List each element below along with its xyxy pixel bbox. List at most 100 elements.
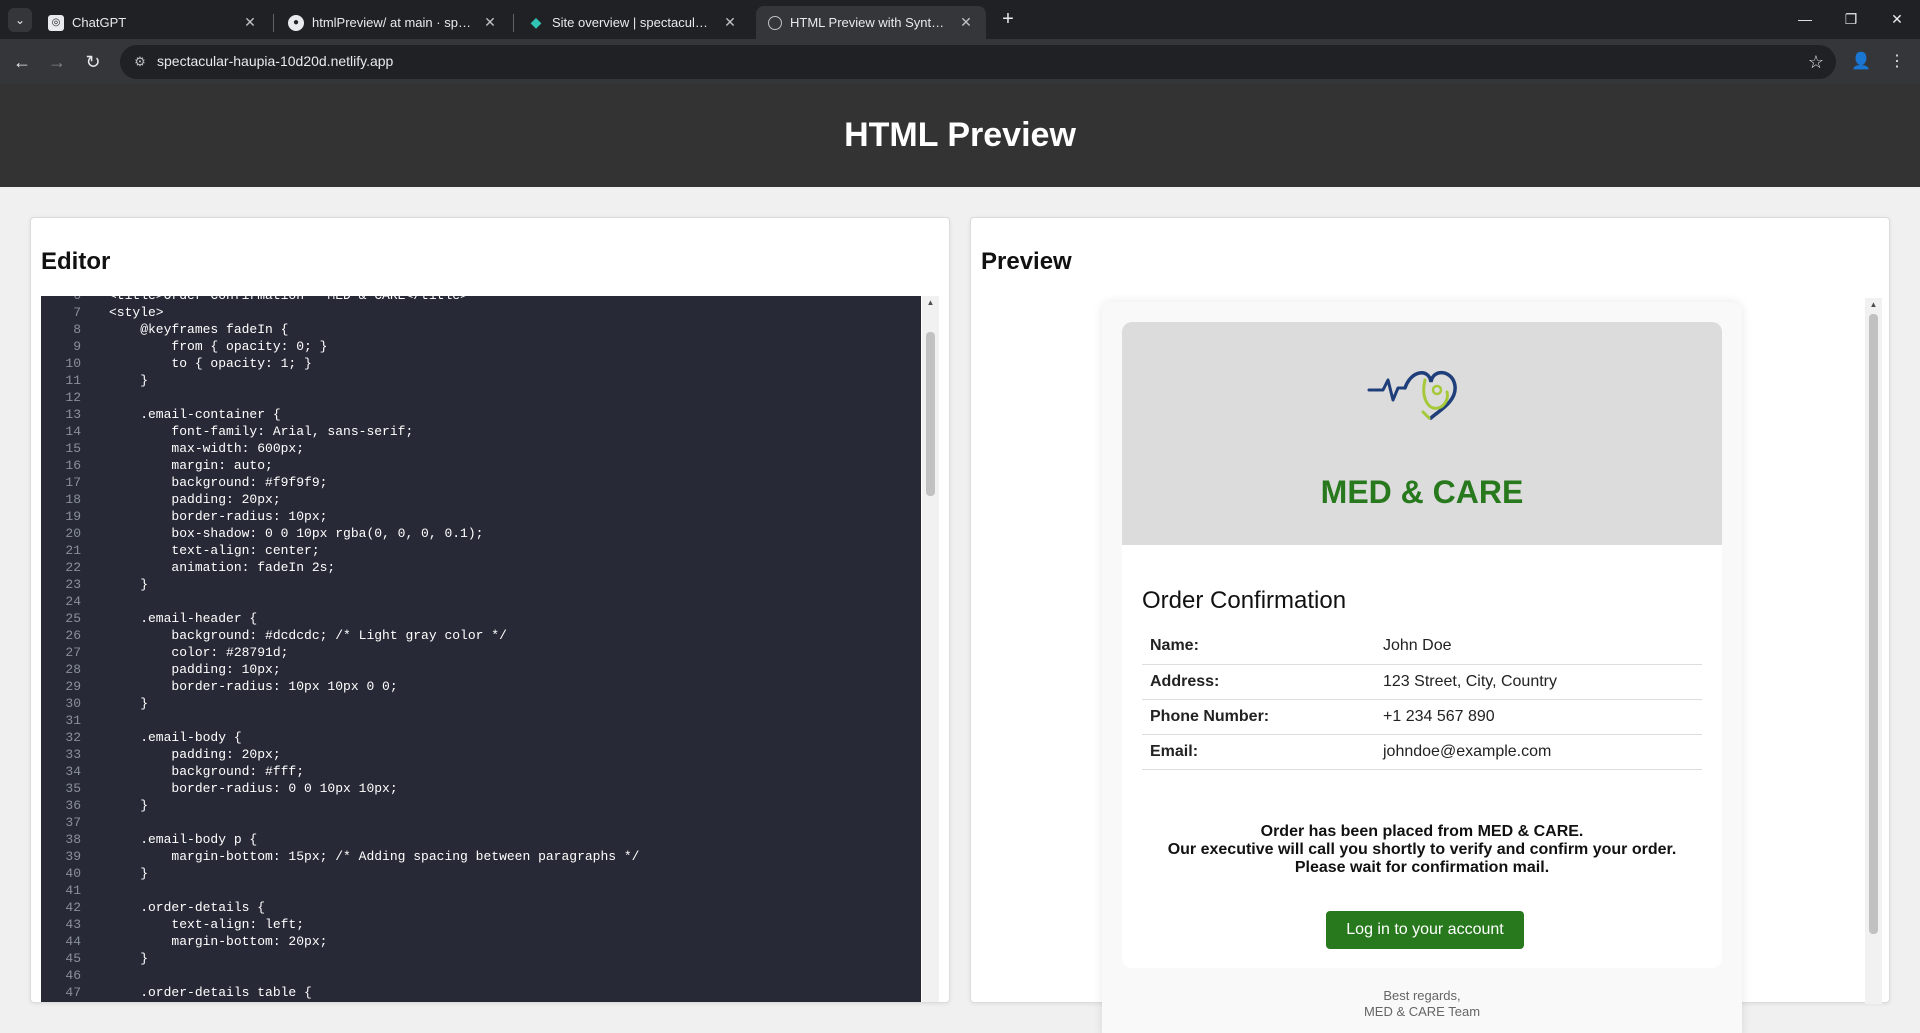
line-number: 19 [65,509,81,524]
line-number: 30 [65,696,81,711]
code-text: <style> [109,305,164,320]
tab-label: htmlPreview/ at main · spacewi [312,15,474,30]
code-line: 32 .email-body { [41,729,921,746]
code-line: 18 padding: 20px; [41,491,921,508]
login-button[interactable]: Log in to your account [1326,911,1524,949]
code-line: 38 .email-body p { [41,831,921,848]
close-tab-icon[interactable]: ✕ [482,14,498,31]
new-tab-plus-icon[interactable]: + [996,8,1020,32]
browser-tab-github[interactable]: ● htmlPreview/ at main · spacewi ✕ [276,6,510,39]
line-number: 46 [65,968,81,983]
line-number: 28 [65,662,81,677]
close-window-icon[interactable]: ✕ [1874,0,1920,39]
detail-value: 123 Street, City, Country [1375,664,1702,700]
url-text[interactable]: spectacular-haupia-10d20d.netlify.app [157,53,393,69]
line-number: 21 [65,543,81,558]
line-number: 9 [73,339,81,354]
line-number: 23 [65,577,81,592]
code-text: background: #dcdcdc; /* Light gray color… [109,628,507,643]
globe-icon [768,15,782,30]
bookmark-star-icon[interactable]: ☆ [1808,52,1824,72]
close-tab-icon[interactable]: ✕ [722,14,738,31]
close-tab-icon[interactable]: ✕ [958,14,974,31]
code-line: 45 } [41,950,921,967]
preview-scrollbar[interactable]: ▲ [1865,298,1882,1004]
code-editor[interactable]: 6<title>Order Confirmation - MED & CARE<… [41,296,921,1002]
detail-value: +1 234 567 890 [1375,699,1702,735]
line-number: 10 [65,356,81,371]
editor-scrollbar[interactable]: ▲ [922,296,939,1002]
restore-window-icon[interactable]: ❐ [1828,0,1874,39]
forward-arrow-icon[interactable]: → [42,47,72,77]
code-line: 44 margin-bottom: 20px; [41,933,921,950]
code-text: padding: 20px; [109,747,281,762]
code-line: 43 text-align: left; [41,916,921,933]
code-text: .email-body p { [109,832,258,847]
editor-heading: Editor [41,248,111,275]
code-line: 34 background: #fff; [41,763,921,780]
tab-divider [273,14,274,32]
code-line: 11 } [41,372,921,389]
line-number: 26 [65,628,81,643]
reload-icon[interactable]: ↻ [78,47,108,77]
code-text: font-family: Arial, sans-serif; [109,424,414,439]
tab-search-chevron-icon[interactable]: ⌄ [8,8,32,32]
code-line: 23 } [41,576,921,593]
order-details-table: Name: John Doe Address: 123 Street, City… [1142,629,1702,770]
scrollbar-thumb[interactable] [1869,314,1878,934]
message-line: Order has been placed from MED & CARE. [1260,823,1584,840]
line-number: 24 [65,594,81,609]
code-text: text-align: center; [109,543,320,558]
code-line: 36 } [41,797,921,814]
detail-value: johndoe@example.com [1375,734,1702,770]
chatgpt-icon: ◎ [48,14,64,31]
email-body: Order Confirmation Name: John Doe Addres… [1122,545,1722,968]
browser-toolbar: ← → ↻ ⚙ spectacular-haupia-10d20d.netlif… [0,39,1920,84]
site-info-icon[interactable]: ⚙ [132,54,148,70]
line-number: 6 [41,296,81,304]
browser-menu-icon[interactable]: ⋮ [1882,47,1912,77]
back-arrow-icon[interactable]: ← [7,47,37,77]
tab-label: Site overview | spectacular-hau [552,15,714,30]
line-number: 12 [65,390,81,405]
code-text: .order-details { [109,900,266,915]
line-number: 35 [65,781,81,796]
profile-icon[interactable]: 👤 [1846,47,1876,77]
minimize-window-icon[interactable]: — [1782,0,1828,39]
browser-tab-netlify[interactable]: ◆ Site overview | spectacular-hau ✕ [516,6,750,39]
email-footer: Best regards, MED & CARE Team [1122,988,1722,1020]
code-line: 21 text-align: center; [41,542,921,559]
line-number: 15 [65,441,81,456]
address-bar[interactable]: ⚙ spectacular-haupia-10d20d.netlify.app … [120,45,1836,79]
code-text: } [109,798,149,813]
code-line: 30 } [41,695,921,712]
code-text: border-radius: 10px; [109,509,328,524]
close-tab-icon[interactable]: ✕ [242,14,258,31]
code-text: background: #f9f9f9; [109,475,328,490]
code-line: 31 [41,712,921,729]
code-line: 29 border-radius: 10px 10px 0 0; [41,678,921,695]
line-number: 16 [65,458,81,473]
code-text: <title>Order Confirmation - MED & CARE</… [81,296,468,304]
line-number: 22 [65,560,81,575]
code-text: margin: auto; [109,458,273,473]
code-line: 16 margin: auto; [41,457,921,474]
code-line: 19 border-radius: 10px; [41,508,921,525]
tab-label: HTML Preview with Syntax High [790,15,950,30]
browser-tab-html-preview[interactable]: HTML Preview with Syntax High ✕ [756,6,986,39]
browser-tab-chatgpt[interactable]: ◎ ChatGPT ✕ [36,6,270,39]
code-line: 47 .order-details table { [41,984,921,1001]
line-number: 29 [65,679,81,694]
line-number: 36 [65,798,81,813]
scrollbar-thumb[interactable] [926,332,935,496]
code-line: 7 <style> [41,304,921,321]
line-number: 42 [65,900,81,915]
detail-label: Address: [1142,664,1375,700]
code-line: 22 animation: fadeIn 2s; [41,559,921,576]
scroll-up-arrow-icon[interactable]: ▲ [1865,298,1882,312]
line-number: 39 [65,849,81,864]
scroll-up-arrow-icon[interactable]: ▲ [922,296,939,310]
table-row: Email: johndoe@example.com [1142,734,1702,770]
code-lines: 6<title>Order Confirmation - MED & CARE<… [41,296,921,1001]
